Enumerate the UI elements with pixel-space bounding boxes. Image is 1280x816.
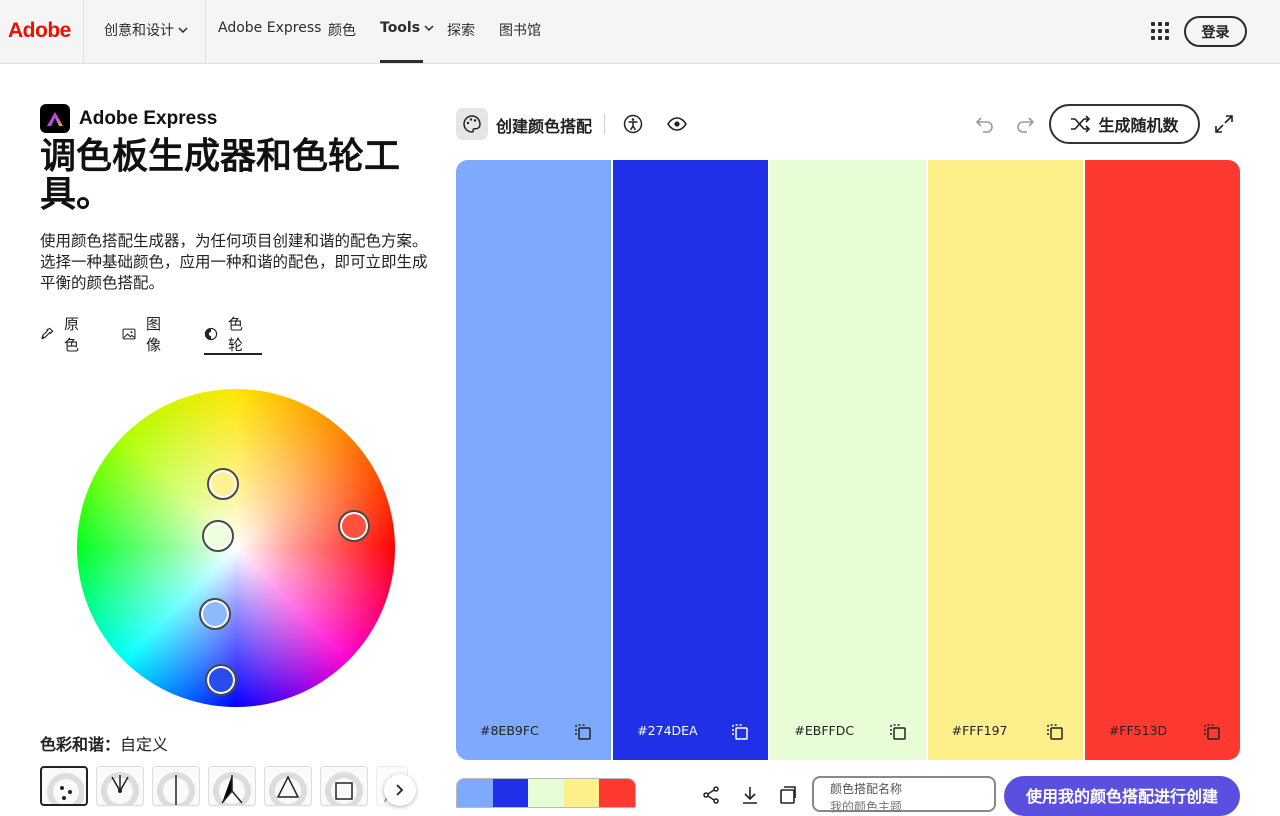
mini-swatch bbox=[492, 779, 529, 807]
harmony-monochromatic-icon bbox=[157, 772, 195, 805]
wheel-handle[interactable] bbox=[338, 510, 370, 542]
copy-icon[interactable] bbox=[731, 723, 749, 741]
nav-item-color[interactable]: 颜色 bbox=[328, 20, 356, 40]
harmony-label: 色彩和谐：自定义 bbox=[40, 735, 169, 754]
chevron-down-icon bbox=[424, 25, 434, 31]
harmony-option-square[interactable] bbox=[320, 766, 368, 806]
swatch[interactable]: #FFF197 bbox=[927, 160, 1083, 760]
tab-color-wheel[interactable]: 色轮 bbox=[204, 315, 249, 354]
swatch-hex[interactable]: #FFF197 bbox=[952, 723, 1008, 738]
accessibility-button[interactable] bbox=[622, 113, 644, 135]
wheel-handle[interactable] bbox=[199, 598, 231, 630]
image-icon bbox=[122, 328, 136, 340]
brand-name: Adobe Express bbox=[79, 107, 218, 129]
nav-item-explore[interactable]: 探索 bbox=[447, 20, 475, 40]
toolbar-separator bbox=[604, 114, 605, 134]
copy-icon[interactable] bbox=[1046, 723, 1064, 741]
swatch-hex[interactable]: #FF513D bbox=[1109, 723, 1167, 738]
chevron-down-icon bbox=[178, 27, 188, 33]
wheel-handle[interactable] bbox=[207, 468, 239, 500]
eyedropper-icon bbox=[41, 327, 54, 340]
adobe-logo[interactable]: Adobe bbox=[8, 19, 71, 43]
harmony-value: 自定义 bbox=[120, 735, 169, 754]
harmony-option-analogous[interactable] bbox=[96, 766, 144, 806]
swatch[interactable]: #274DEA bbox=[613, 160, 769, 760]
undo-button[interactable] bbox=[974, 113, 996, 135]
color-wheel-icon bbox=[204, 327, 218, 341]
palette-preview-strip bbox=[456, 778, 636, 808]
color-blind-preview-button[interactable] bbox=[666, 113, 688, 135]
top-nav: Adobe 创意和设计 Adobe Express 颜色 Tools 探索 图书… bbox=[0, 0, 1280, 64]
copy-icon[interactable] bbox=[889, 723, 907, 741]
login-button[interactable]: 登录 bbox=[1184, 16, 1247, 47]
swatch-hex[interactable]: #274DEA bbox=[637, 723, 697, 738]
swatch-hex[interactable]: #EBFFDC bbox=[794, 723, 854, 738]
generate-random-button[interactable]: 生成随机数 bbox=[1049, 104, 1200, 144]
color-wheel-gradient[interactable] bbox=[77, 389, 395, 707]
harmony-triangle-icon bbox=[269, 772, 307, 805]
copy-icon[interactable] bbox=[574, 723, 592, 741]
mini-swatch bbox=[563, 779, 600, 807]
wheel-handle[interactable] bbox=[205, 664, 237, 696]
harmony-option-monochromatic[interactable] bbox=[152, 766, 200, 806]
nav-item-creativity[interactable]: 创意和设计 bbox=[104, 20, 188, 40]
swatch[interactable]: #FF513D bbox=[1084, 160, 1240, 760]
palette-icon bbox=[463, 115, 481, 133]
redo-button[interactable] bbox=[1014, 113, 1036, 135]
adobe-express-logo-icon bbox=[40, 104, 70, 133]
color-swatches: #8EB9FC #274DEA #EBFFDC #FFF197 #FF513D bbox=[456, 160, 1240, 760]
page-description: 使用颜色搭配生成器，为任何项目创建和谐的配色方案。选择一种基础颜色，应用一种和谐… bbox=[40, 232, 428, 292]
swatch-hex[interactable]: #8EB9FC bbox=[480, 723, 539, 738]
nav-divider bbox=[205, 0, 206, 63]
harmony-option-custom[interactable] bbox=[40, 766, 88, 806]
share-icon[interactable] bbox=[702, 786, 720, 804]
app-switcher-icon[interactable] bbox=[1151, 22, 1169, 40]
harmony-analogous-icon bbox=[101, 772, 139, 805]
undo-icon bbox=[975, 117, 993, 133]
palette-name-label: 颜色搭配名称 bbox=[830, 782, 903, 796]
harmony-square-icon bbox=[325, 772, 363, 805]
accessibility-icon bbox=[623, 114, 643, 134]
harmony-option-triad[interactable] bbox=[208, 766, 256, 806]
chevron-right-icon bbox=[396, 784, 404, 796]
tab-image[interactable]: 图像 bbox=[122, 315, 167, 354]
color-wheel[interactable] bbox=[77, 389, 395, 707]
nav-divider bbox=[83, 0, 84, 63]
swatch[interactable]: #8EB9FC bbox=[456, 160, 612, 760]
expand-icon bbox=[1215, 115, 1233, 133]
active-tab-indicator bbox=[204, 353, 262, 355]
download-icon[interactable] bbox=[741, 786, 759, 804]
nav-item-tools[interactable]: Tools bbox=[380, 20, 434, 36]
shuffle-icon bbox=[1071, 115, 1091, 133]
save-to-library-icon[interactable] bbox=[779, 786, 797, 804]
mini-swatch bbox=[457, 779, 493, 807]
tab-base-color[interactable]: 原色 bbox=[40, 315, 85, 354]
swatch[interactable]: #EBFFDC bbox=[770, 160, 926, 760]
adobe-express-brand: Adobe Express bbox=[40, 104, 217, 133]
toolbar-title: 创建颜色搭配 bbox=[496, 117, 593, 136]
harmony-triad-icon bbox=[213, 772, 251, 805]
page-title: 调色板生成器和色轮工具。 bbox=[40, 136, 401, 215]
copy-icon[interactable] bbox=[1203, 723, 1221, 741]
create-with-palette-button[interactable]: 使用我的颜色搭配进行创建 bbox=[1004, 776, 1240, 816]
palette-name-field[interactable]: 颜色搭配名称 bbox=[812, 776, 996, 814]
mini-swatch bbox=[599, 779, 635, 807]
harmony-option-complementary[interactable] bbox=[264, 766, 312, 806]
harmony-next-button[interactable] bbox=[384, 774, 416, 806]
palette-name-input[interactable] bbox=[830, 800, 980, 814]
nav-item-adobe-express[interactable]: Adobe Express bbox=[218, 20, 321, 36]
eye-icon bbox=[667, 117, 687, 131]
wheel-handle[interactable] bbox=[202, 520, 234, 552]
harmony-custom-icon bbox=[47, 773, 84, 804]
active-nav-indicator bbox=[380, 60, 423, 63]
palette-tool-button[interactable] bbox=[456, 108, 488, 140]
redo-icon bbox=[1017, 117, 1035, 133]
nav-item-library[interactable]: 图书馆 bbox=[499, 20, 541, 40]
mini-swatch bbox=[528, 779, 564, 807]
fullscreen-button[interactable] bbox=[1213, 113, 1235, 135]
harmony-options bbox=[40, 766, 408, 806]
